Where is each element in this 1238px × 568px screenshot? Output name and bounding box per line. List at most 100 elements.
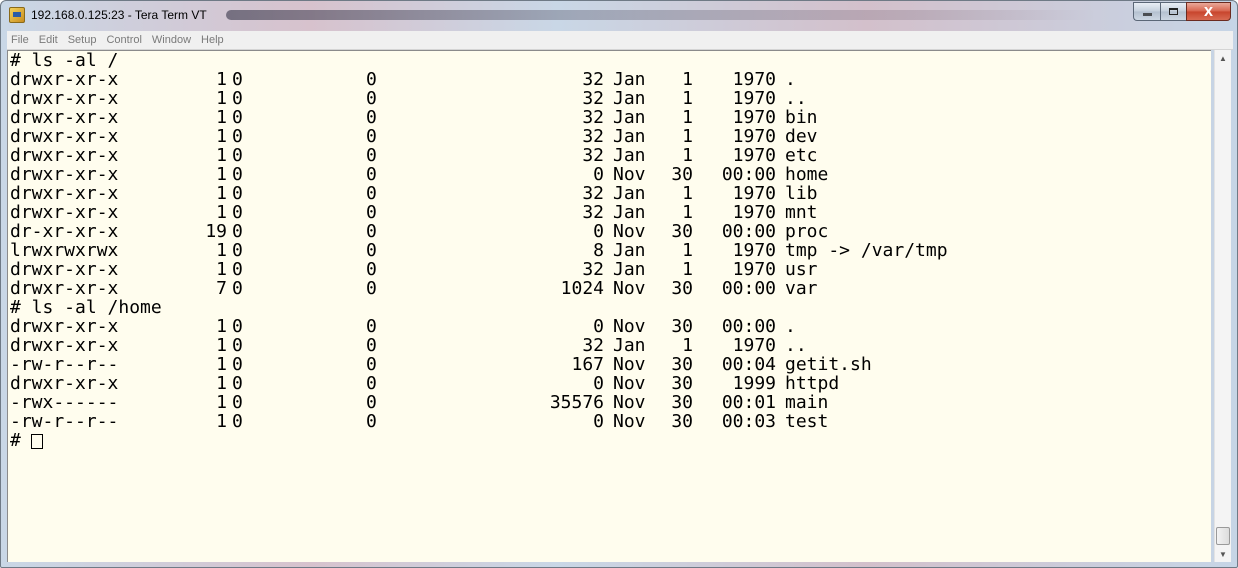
cell-month: Jan [613,69,646,90]
cell-perm: drwxr-xr-x [10,202,119,223]
listing-row: -rw-r--r-- 1 0 0 167 Nov 30 00:04 getit.sh [8,355,1211,374]
menu-bar: File Edit Setup Control Window Help [7,31,1233,50]
cell-time: 1970 [732,183,776,204]
cell-links: 1 [216,259,227,280]
cell-name: proc [785,221,829,242]
cell-group: 0 [366,202,377,223]
cell-owner: 0 [232,126,243,147]
listing-row: lrwxrwxrwx 1 0 0 8 Jan 1 1970 tmp -> /var/tmp [8,241,1211,260]
cell-name: httpd [785,373,840,394]
cell-links: 1 [216,335,227,356]
cell-owner: 0 [232,411,243,432]
menu-edit[interactable]: Edit [34,31,63,49]
cell-name: . [785,316,796,337]
cell-owner: 0 [232,240,243,261]
cell-time: 1970 [732,107,776,128]
cell-size: 0 [593,164,604,185]
cell-time: 1970 [732,69,776,90]
cell-group: 0 [366,69,377,90]
cell-perm: drwxr-xr-x [10,126,119,147]
cell-time: 00:00 [721,164,776,185]
cell-month: Nov [613,411,646,432]
cell-month: Jan [613,183,646,204]
cell-day: 30 [671,221,693,242]
cell-month: Nov [613,164,646,185]
text-cursor [31,434,43,449]
cell-size: 0 [593,411,604,432]
cell-time: 1970 [732,126,776,147]
command-text: # ls -al /home [10,297,162,318]
teraterm-app-icon[interactable] [9,7,25,23]
cell-links: 1 [216,164,227,185]
cell-owner: 0 [232,221,243,242]
cell-group: 0 [366,316,377,337]
cell-group: 0 [366,335,377,356]
cell-name: dev [785,126,818,147]
cell-size: 0 [593,316,604,337]
cell-day: 1 [682,183,693,204]
cell-links: 1 [216,126,227,147]
cell-month: Jan [613,145,646,166]
listing-row: drwxr-xr-x 7 0 0 1024 Nov 30 00:00 var [8,279,1211,298]
cell-size: 0 [593,221,604,242]
cell-name: test [785,411,829,432]
cell-owner: 0 [232,88,243,109]
vertical-scrollbar[interactable]: ▲ ▼ [1214,50,1231,562]
cell-time: 00:00 [721,278,776,299]
cell-owner: 0 [232,107,243,128]
cell-links: 1 [216,411,227,432]
listing-row: -rw-r--r-- 1 0 0 0 Nov 30 00:03 test [8,412,1211,431]
cell-size: 0 [593,373,604,394]
cell-day: 30 [671,164,693,185]
cell-time: 1970 [732,259,776,280]
cell-day: 1 [682,107,693,128]
listing-row: -rwx------ 1 0 0 35576 Nov 30 00:01 main [8,393,1211,412]
caption-buttons: X [1133,2,1231,22]
cell-perm: dr-xr-xr-x [10,221,119,242]
menu-window[interactable]: Window [147,31,196,49]
cell-name: bin [785,107,818,128]
maximize-button[interactable] [1160,2,1186,21]
cell-links: 7 [216,278,227,299]
menu-control[interactable]: Control [101,31,146,49]
cell-group: 0 [366,145,377,166]
title-bar[interactable]: 192.168.0.125:23 - Tera Term VT X [1,1,1237,29]
cell-time: 1970 [732,240,776,261]
cell-name: .. [785,335,807,356]
scroll-down-arrow-icon[interactable]: ▼ [1215,546,1231,562]
cell-perm: drwxr-xr-x [10,164,119,185]
terminal-screen[interactable]: # ls -al / drwxr-xr-x 1 0 0 32 Jan 1 1970. drwxr-… [7,50,1211,562]
maximize-icon [1169,8,1178,15]
cell-links: 1 [216,392,227,413]
cell-name: usr [785,259,818,280]
cell-day: 30 [671,354,693,375]
cell-group: 0 [366,259,377,280]
cell-day: 30 [671,373,693,394]
cell-owner: 0 [232,316,243,337]
menu-setup[interactable]: Setup [63,31,102,49]
scroll-thumb[interactable] [1216,527,1230,545]
cell-links: 1 [216,145,227,166]
cell-owner: 0 [232,183,243,204]
cell-links: 1 [216,316,227,337]
menu-help[interactable]: Help [196,31,229,49]
scroll-up-arrow-icon[interactable]: ▲ [1215,50,1231,66]
cell-name: lib [785,183,818,204]
cell-group: 0 [366,240,377,261]
cell-group: 0 [366,354,377,375]
cell-perm: drwxr-xr-x [10,107,119,128]
cell-month: Jan [613,335,646,356]
cell-perm: drwxr-xr-x [10,335,119,356]
cell-owner: 0 [232,373,243,394]
cell-day: 1 [682,145,693,166]
minimize-button[interactable] [1133,2,1160,21]
close-icon: X [1203,4,1214,19]
cell-size: 35576 [549,392,604,413]
menu-file[interactable]: File [7,31,34,49]
cell-time: 00:03 [721,411,776,432]
cell-name: mnt [785,202,818,223]
close-button[interactable]: X [1186,2,1231,21]
cell-perm: drwxr-xr-x [10,88,119,109]
cell-owner: 0 [232,202,243,223]
cell-perm: drwxr-xr-x [10,278,119,299]
